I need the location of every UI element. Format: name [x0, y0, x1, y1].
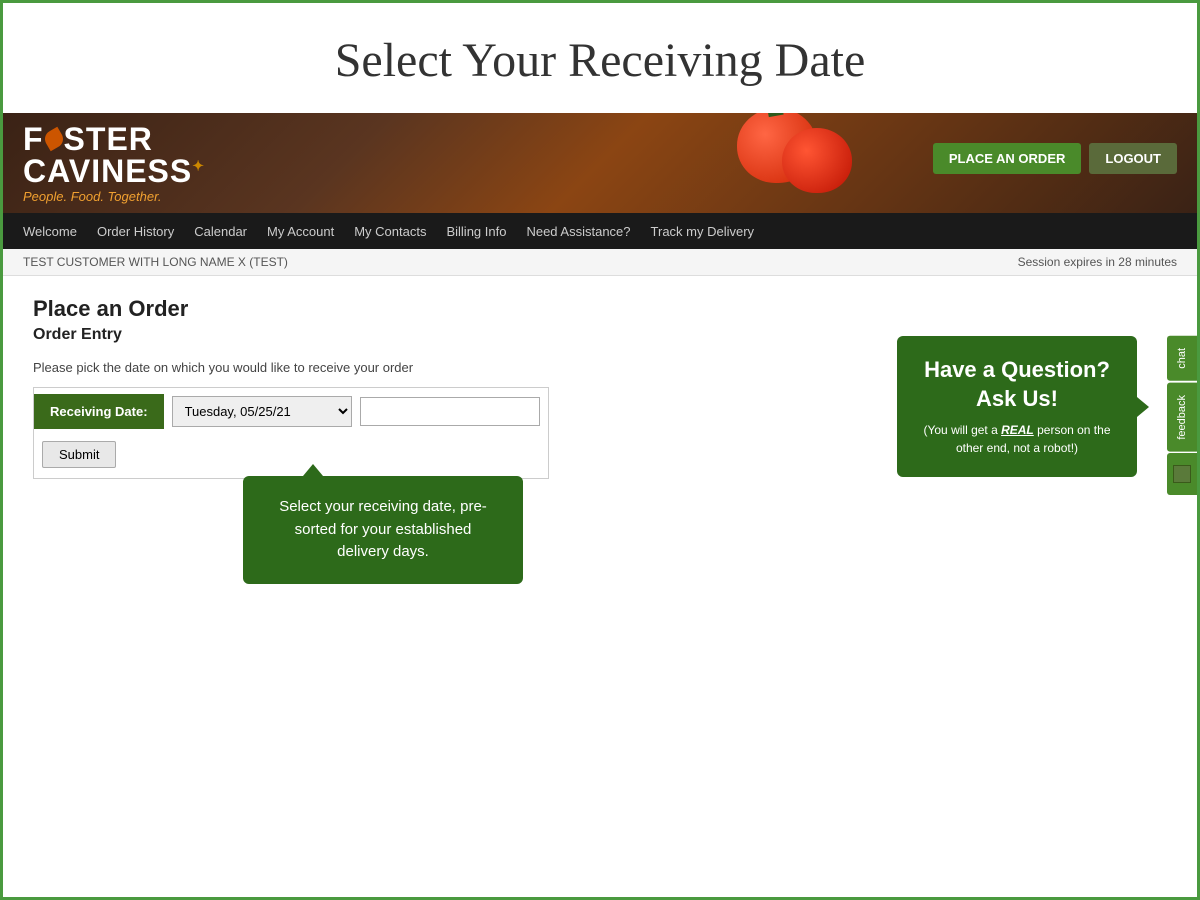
logo-tagline: People. Food. Together. [23, 189, 205, 204]
receiving-date-select[interactable]: Tuesday, 05/25/21 Thursday, 05/27/21 Tue… [172, 396, 352, 427]
page-title: Select Your Receiving Date [3, 33, 1197, 88]
date-input-extra[interactable] [360, 397, 540, 426]
feedback-checkbox-tab[interactable] [1167, 453, 1197, 495]
nav-my-contacts[interactable]: My Contacts [354, 224, 426, 239]
nav-order-history[interactable]: Order History [97, 224, 174, 239]
tomato-2 [782, 128, 852, 193]
main-content: Place an Order Order Entry Please pick t… [3, 276, 1197, 499]
header-buttons: PLACE AN ORDER LOGOUT [933, 143, 1177, 174]
session-info: Session expires in 28 minutes [1018, 255, 1177, 269]
logout-button[interactable]: LOGOUT [1089, 143, 1177, 174]
nav-my-account[interactable]: My Account [267, 224, 334, 239]
question-box: Have a Question?Ask Us! (You will get a … [897, 336, 1137, 477]
receiving-date-label: Receiving Date: [34, 394, 164, 429]
navigation-bar: Welcome Order History Calendar My Accoun… [3, 213, 1197, 249]
place-order-title: Place an Order [33, 296, 1167, 322]
chat-tab-label: chat [1176, 348, 1188, 369]
logo-leaf-icon [41, 126, 66, 151]
page-title-area: Select Your Receiving Date [3, 3, 1197, 113]
nav-billing-info[interactable]: Billing Info [446, 224, 506, 239]
logo-area: FSTERCAVINESS✦ People. Food. Together. [23, 123, 205, 204]
feedback-checkbox-icon [1173, 465, 1191, 483]
place-order-button[interactable]: PLACE AN ORDER [933, 143, 1082, 174]
question-box-subtitle: (You will get a REAL person on the other… [921, 421, 1113, 457]
sidebar-tabs: chat feedback [1167, 336, 1197, 495]
feedback-tab[interactable]: feedback [1167, 383, 1197, 452]
feedback-tab-label: feedback [1176, 395, 1188, 440]
real-emphasis: REAL [1001, 423, 1034, 437]
submit-row: Submit [34, 435, 548, 478]
submit-button[interactable]: Submit [42, 441, 116, 468]
nav-need-assistance[interactable]: Need Assistance? [526, 224, 630, 239]
tooltip-callout: Select your receiving date, pre-sorted f… [243, 476, 523, 584]
site-header: FSTERCAVINESS✦ People. Food. Together. P… [3, 113, 1197, 213]
nav-track-delivery[interactable]: Track my Delivery [651, 224, 755, 239]
tooltip-text: Select your receiving date, pre-sorted f… [279, 498, 487, 560]
nav-welcome[interactable]: Welcome [23, 224, 77, 239]
nav-calendar[interactable]: Calendar [194, 224, 247, 239]
chat-tab[interactable]: chat [1167, 336, 1197, 381]
form-row-date: Receiving Date: Tuesday, 05/25/21 Thursd… [34, 388, 548, 435]
order-form: Receiving Date: Tuesday, 05/25/21 Thursd… [33, 387, 549, 479]
session-bar: TEST CUSTOMER WITH LONG NAME X (TEST) Se… [3, 249, 1197, 276]
question-box-title: Have a Question?Ask Us! [921, 356, 1113, 413]
logo-text: FSTERCAVINESS✦ [23, 123, 205, 187]
customer-name: TEST CUSTOMER WITH LONG NAME X (TEST) [23, 255, 288, 269]
tomato-decoration [727, 113, 847, 213]
